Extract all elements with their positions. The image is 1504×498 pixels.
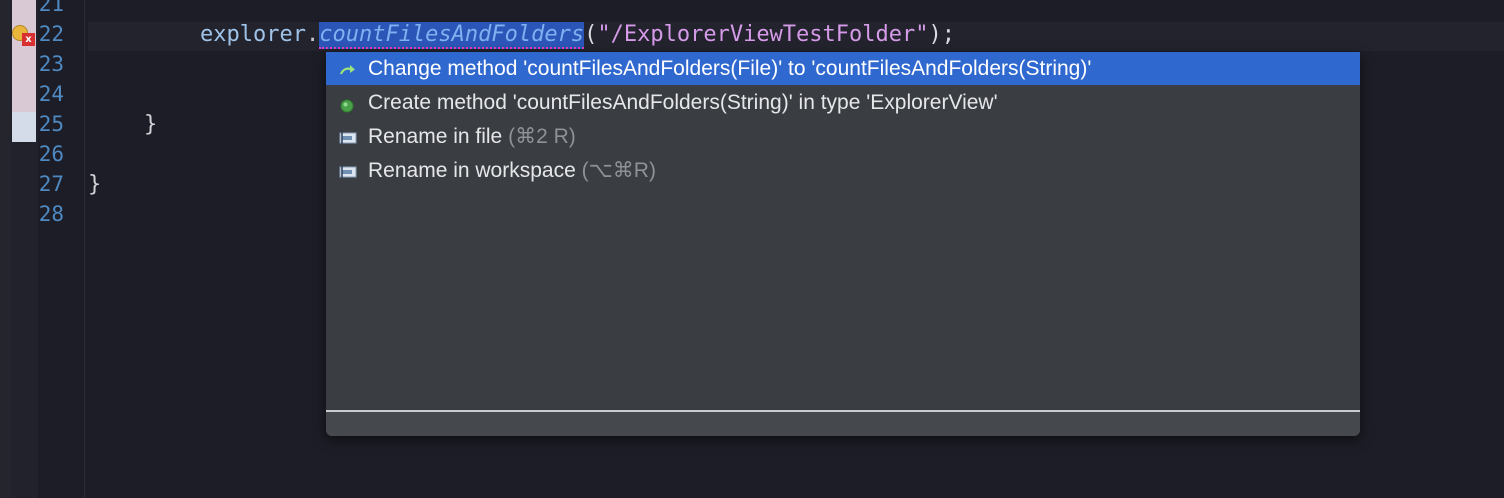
code-string-argument: "/ExplorerViewTestFolder" [597,22,929,47]
proposal-shortcut: (⌥⌘R) [581,159,656,182]
code-open-paren: ( [584,22,598,47]
proposal-rename-in-workspace[interactable]: Rename in workspace (⌥⌘R) [326,153,1360,186]
quick-fix-popup[interactable]: Change method 'countFilesAndFolders(File… [326,52,1360,436]
rename-icon [339,162,357,179]
proposal-label: Rename in workspace (⌥⌘R) [368,158,656,183]
line-number: 21 [38,0,64,16]
line-number: 28 [38,202,64,226]
proposal-label: Change method 'countFilesAndFolders(File… [368,57,1092,80]
line-number: 26 [38,142,64,166]
code-editor[interactable]: x 21 22 23 24 25 26 27 28 explorer.count… [0,0,1504,498]
popup-footer [326,412,1360,436]
editor-left-strip [0,0,10,498]
proposal-label: Create method 'countFilesAndFolders(Stri… [368,91,998,114]
code-outer-brace: } [88,172,102,197]
code-inner-brace: } [144,112,158,137]
proposal-text: Rename in workspace [368,159,576,182]
code-line-22[interactable]: explorer.countFilesAndFolders("/Explorer… [200,22,956,49]
proposal-create-method[interactable]: Create method 'countFilesAndFolders(Stri… [326,86,1360,119]
proposal-text: Rename in file [368,125,503,148]
line-number: 22 [38,22,64,46]
code-close: ); [928,22,956,47]
line-number: 24 [38,82,64,106]
line-number: 23 [38,52,64,76]
rename-icon [339,128,357,145]
line-number: 27 [38,172,64,196]
error-marker-icon[interactable]: x [22,33,35,46]
line-number-gutter: 21 22 23 24 25 26 27 28 [38,0,85,498]
code-dot: . [305,22,320,47]
code-receiver: explorer [200,22,306,47]
proposal-shortcut: (⌘2 R) [508,125,576,148]
proposal-label: Rename in file (⌘2 R) [368,124,576,149]
create-method-icon [339,95,357,113]
ruler-error-band [12,0,36,112]
proposal-change-method[interactable]: Change method 'countFilesAndFolders(File… [326,52,1360,85]
proposal-rename-in-file[interactable]: Rename in file (⌘2 R) [326,119,1360,152]
line-number: 25 [38,112,64,136]
change-method-icon [339,61,357,77]
code-method-call-error[interactable]: countFilesAndFolders [319,22,585,49]
